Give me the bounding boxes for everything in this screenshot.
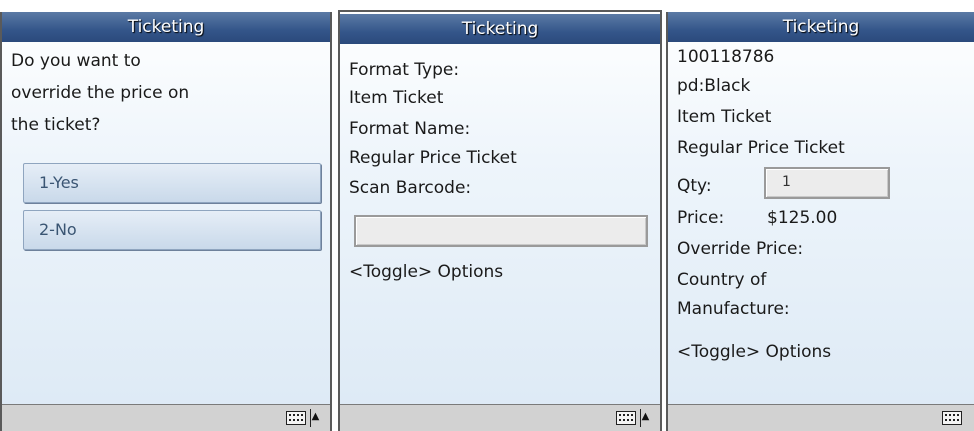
format-name-value: Regular Price Ticket xyxy=(349,148,517,168)
scan-barcode-label: Scan Barcode: xyxy=(349,178,472,198)
format-type-value: Item Ticket xyxy=(677,107,772,127)
toggle-options-label: <Toggle> Options xyxy=(349,262,504,282)
format-type-label: Format Type: xyxy=(349,60,460,80)
country-label-line-2: Manufacture: xyxy=(677,299,790,319)
format-name-value: Regular Price Ticket xyxy=(677,138,845,158)
question-line-1: Do you want to xyxy=(11,51,141,71)
no-button[interactable]: 2-No xyxy=(23,210,321,250)
up-arrow-icon[interactable]: ▲ xyxy=(640,409,650,427)
barcode-input[interactable] xyxy=(354,215,648,247)
up-arrow-icon[interactable] xyxy=(964,409,974,427)
override-price-label: Override Price: xyxy=(677,239,804,259)
screen-title: Ticketing xyxy=(340,14,660,44)
toggle-options-label: <Toggle> Options xyxy=(677,342,832,362)
question-line-2: override the price on xyxy=(11,83,190,103)
country-label-line-1: Country of xyxy=(677,270,767,290)
item-number: 100118786 xyxy=(677,47,775,67)
item-description: pd:Black xyxy=(677,76,751,96)
screen-title: Ticketing xyxy=(2,12,330,42)
keyboard-icon[interactable] xyxy=(942,411,962,425)
format-type-value: Item Ticket xyxy=(349,88,444,108)
yes-button[interactable]: 1-Yes xyxy=(23,163,321,203)
qty-label: Qty: xyxy=(677,176,712,196)
keyboard-icon[interactable] xyxy=(616,411,636,425)
footer-bar: ▲ xyxy=(340,404,660,431)
price-label: Price: xyxy=(677,208,725,228)
footer-bar: ▲ xyxy=(2,404,330,431)
up-arrow-icon[interactable]: ▲ xyxy=(310,409,320,427)
question-line-3: the ticket? xyxy=(11,115,101,135)
screen-title: Ticketing xyxy=(668,12,974,42)
qty-input[interactable]: 1 xyxy=(764,167,890,199)
keyboard-icon[interactable] xyxy=(286,411,306,425)
footer-bar xyxy=(668,404,974,431)
price-value: $125.00 xyxy=(767,208,838,228)
format-name-label: Format Name: xyxy=(349,119,471,139)
override-price-screen: Ticketing Do you want to override the pr… xyxy=(0,12,332,431)
ticket-details-screen: Ticketing 100118786 pd:Black Item Ticket… xyxy=(666,12,974,431)
scan-barcode-screen: Ticketing Format Type: Item Ticket Forma… xyxy=(338,10,662,431)
